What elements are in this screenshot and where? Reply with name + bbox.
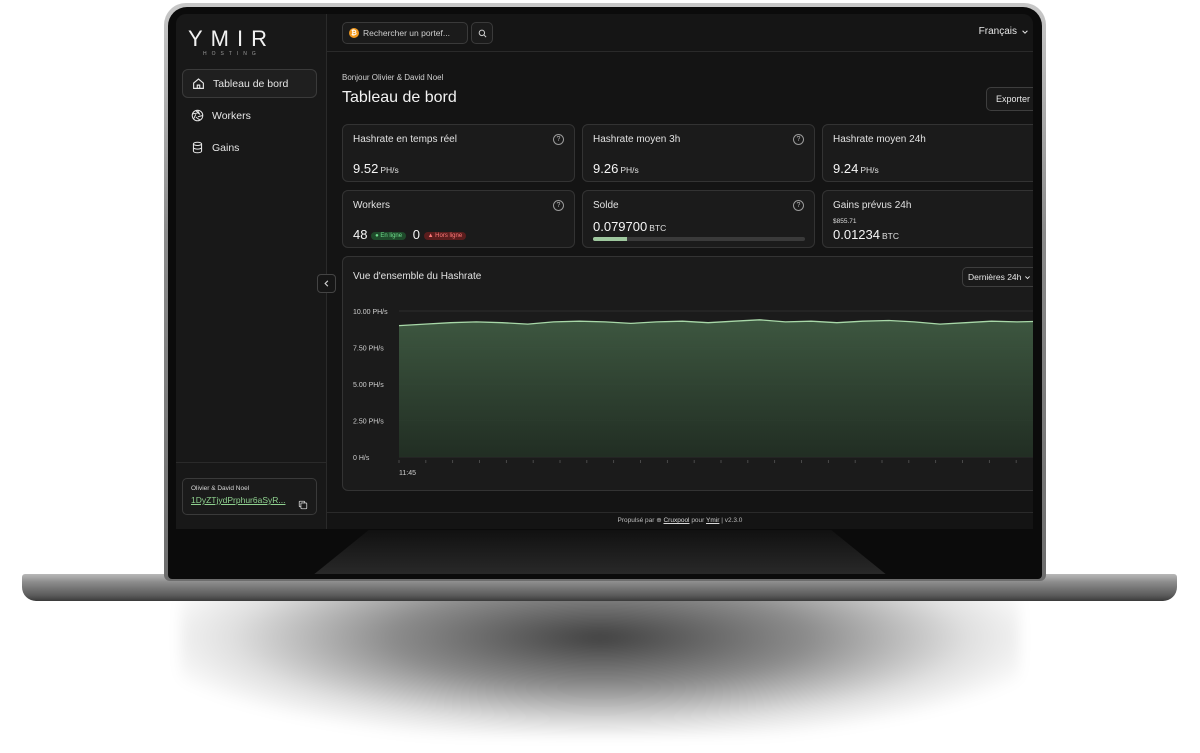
y-tick-label: 2.50 PH/s <box>353 419 384 426</box>
value-unit: BTC <box>649 223 667 233</box>
aperture-icon <box>191 109 204 122</box>
chevron-left-icon <box>324 280 329 287</box>
help-icon[interactable]: ? <box>793 134 804 145</box>
wallet-address-link[interactable]: 1DyZTjydPrphur6aSyR... <box>191 495 308 505</box>
wallet-card[interactable]: Olivier & David Noel 1DyZTjydPrphur6aSyR… <box>182 478 317 515</box>
chart-title: Vue d'ensemble du Hashrate <box>353 271 482 282</box>
card-title: Hashrate moyen 3h <box>593 134 681 145</box>
card-title: Workers <box>353 200 391 211</box>
realtime-hashrate-card: Hashrate en temps réel ? 9.52 PH/s <box>342 124 575 182</box>
sidebar-item-workers[interactable]: Workers <box>182 101 317 130</box>
sidebar-item-label: Workers <box>212 109 251 122</box>
y-tick-label: 0 H/s <box>353 455 370 462</box>
search-button[interactable] <box>471 22 493 44</box>
page-footer: Propulsé par ⊕ Cruxpool pour Ymir | v2.3… <box>327 512 1033 529</box>
sidebar-item-label: Tableau de bord <box>213 77 289 90</box>
wallet-search-input[interactable]: ₿ Rechercher un portef... <box>342 22 468 44</box>
value-number: 0.01234 <box>833 227 880 242</box>
top-bar: ₿ Rechercher un portef... Français <box>327 14 1033 52</box>
export-button[interactable]: Exporter <box>986 87 1033 111</box>
logo-text: YMIR <box>188 26 275 51</box>
workers-status: 48 ● En ligne 0 ▲ Hors ligne <box>353 227 467 242</box>
logo-subtitle: HOSTING <box>203 51 261 57</box>
help-icon[interactable]: ? <box>793 200 804 211</box>
usd-value: $855.71 <box>833 218 857 225</box>
value-unit: PH/s <box>380 165 399 175</box>
value-number: 0.079700 <box>593 219 648 234</box>
copy-icon[interactable] <box>298 497 308 510</box>
sidebar-item-gains[interactable]: Gains <box>182 133 317 162</box>
y-tick-label: 5.00 PH/s <box>353 382 384 389</box>
card-value: 0.079700 BTC <box>593 219 666 234</box>
card-value: 9.52 PH/s <box>353 161 399 176</box>
online-label: En ligne <box>380 232 403 239</box>
y-tick-label: 10.00 PH/s <box>353 309 388 316</box>
card-title: Hashrate en temps réel <box>353 134 457 145</box>
keyboard-reflection <box>314 530 886 574</box>
hashrate-area <box>399 319 1033 457</box>
card-title: Gains prévus 24h <box>833 200 912 211</box>
search-placeholder: Rechercher un portef... <box>363 28 450 38</box>
value-unit: BTC <box>882 231 899 241</box>
user-name: Olivier & David Noel <box>191 485 250 492</box>
card-value: 0.01234 BTC <box>833 227 899 242</box>
offline-count: 0 <box>412 227 420 242</box>
value-unit: PH/s <box>860 165 879 175</box>
range-label: Dernières 24h <box>968 272 1022 282</box>
cruxpool-logo-icon: ⊕ <box>656 517 662 524</box>
laptop-shadow <box>180 585 1020 735</box>
client-link[interactable]: Ymir <box>706 517 719 524</box>
greeting-text: Bonjour Olivier & David Noel <box>342 73 444 82</box>
card-title: Solde <box>593 200 619 211</box>
database-icon <box>191 141 204 154</box>
home-icon <box>192 77 205 90</box>
sidebar-item-dashboard[interactable]: Tableau de bord <box>182 69 317 98</box>
footer-prefix: Propulsé par <box>617 517 655 524</box>
y-tick-label: 7.50 PH/s <box>353 346 384 353</box>
version-label: v2.3.0 <box>724 517 743 524</box>
sidebar: YMIR HOSTING Tableau de bord Workers Gai… <box>176 14 327 529</box>
value-number: 9.26 <box>593 161 619 176</box>
payout-progress-fill <box>593 237 627 241</box>
hashrate-chart-card: Vue d'ensemble du Hashrate Dernières 24h… <box>342 256 1033 491</box>
sidebar-item-label: Gains <box>212 141 240 154</box>
offline-badge: ▲ Hors ligne <box>423 231 467 240</box>
workers-card: Workers ? 48 ● En ligne 0 ▲ Hors ligne <box>342 190 575 248</box>
value-number: 9.52 <box>353 161 379 176</box>
footer-middle: pour <box>691 517 705 524</box>
time-range-select[interactable]: Dernières 24h <box>962 267 1033 287</box>
avg-3h-hashrate-card: Hashrate moyen 3h ? 9.26 PH/s <box>582 124 815 182</box>
bitcoin-icon: ₿ <box>349 28 359 38</box>
collapse-sidebar-button[interactable] <box>317 274 336 293</box>
provider-link[interactable]: Cruxpool <box>663 517 689 524</box>
brand-logo[interactable]: YMIR HOSTING <box>188 28 298 58</box>
avg-24h-hashrate-card: Hashrate moyen 24h 9.24 PH/s <box>822 124 1033 182</box>
value-unit: PH/s <box>620 165 639 175</box>
x-tick-label: 11:45 <box>399 470 416 477</box>
card-title: Hashrate moyen 24h <box>833 134 926 145</box>
help-icon[interactable]: ? <box>553 200 564 211</box>
language-label: Français <box>978 26 1017 37</box>
payout-progress-bar <box>593 237 805 241</box>
language-selector[interactable]: Français <box>979 26 1029 37</box>
chevron-down-icon <box>1025 275 1031 279</box>
page-title: Tableau de bord <box>342 89 457 106</box>
value-number: 9.24 <box>833 161 859 176</box>
help-icon[interactable]: ? <box>553 134 564 145</box>
app-screen: YMIR HOSTING Tableau de bord Workers Gai… <box>176 14 1033 529</box>
offline-label: Hors ligne <box>435 232 463 239</box>
chevron-down-icon <box>1022 29 1028 34</box>
card-value: 9.24 PH/s <box>833 161 879 176</box>
expected-gains-card: Gains prévus 24h $855.71 0.01234 BTC <box>822 190 1033 248</box>
sidebar-footer: Olivier & David Noel 1DyZTjydPrphur6aSyR… <box>176 462 327 529</box>
online-badge: ● En ligne <box>371 231 407 240</box>
card-value: 9.26 PH/s <box>593 161 639 176</box>
footer-separator: | <box>721 517 723 524</box>
balance-card: Solde ? 0.079700 BTC <box>582 190 815 248</box>
online-count: 48 <box>353 227 368 242</box>
search-icon <box>478 29 486 37</box>
hashrate-area-chart: 10.00 PH/s 7.50 PH/s 5.00 PH/s 2.50 PH/s 0 H… <box>353 309 1033 477</box>
